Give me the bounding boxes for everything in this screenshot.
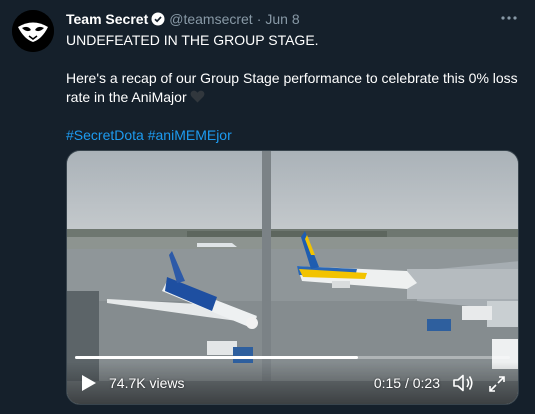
separator-dot: ·	[256, 11, 262, 27]
video-time: 0:15 / 0:23	[373, 375, 440, 391]
video-controls: 74.7K views 0:15 / 0:23	[67, 362, 518, 404]
tweet-date[interactable]: Jun 8	[265, 11, 299, 27]
volume-icon[interactable]	[452, 373, 474, 393]
hashtag-secretdota[interactable]: #SecretDota	[66, 127, 144, 143]
avatar[interactable]	[12, 10, 54, 52]
team-secret-logo-icon	[12, 10, 54, 52]
hashtag-animemejor[interactable]: #aniMEMEjor	[148, 127, 232, 143]
author-name[interactable]: Team Secret	[66, 11, 148, 27]
tweet-line-2-text: Here's a recap of our Group Stage perfor…	[66, 70, 518, 105]
light-pole	[262, 151, 271, 381]
video-player[interactable]: 74.7K views 0:15 / 0:23	[66, 150, 519, 405]
tweet[interactable]: Team Secret @teamsecret · Jun 8 UNDEFEAT…	[0, 0, 535, 414]
more-icon[interactable]	[499, 10, 519, 26]
verified-badge-icon	[151, 12, 165, 26]
fullscreen-icon[interactable]	[488, 375, 506, 393]
video-progress-bar[interactable]	[75, 356, 510, 359]
play-icon[interactable]	[81, 374, 97, 392]
view-count: 74.7K views	[109, 375, 185, 391]
black-heart-icon	[190, 89, 205, 103]
tweet-line-1: UNDEFEATED IN THE GROUP STAGE.	[66, 32, 319, 48]
tweet-header: Team Secret @teamsecret · Jun 8	[66, 10, 300, 28]
author-handle[interactable]: @teamsecret	[169, 11, 252, 27]
video-progress-fill	[75, 356, 358, 359]
tweet-text: UNDEFEATED IN THE GROUP STAGE. Here's a …	[66, 31, 518, 145]
hashtags: #SecretDota #aniMEMEjor	[66, 126, 518, 145]
tweet-line-2: Here's a recap of our Group Stage perfor…	[66, 69, 518, 107]
